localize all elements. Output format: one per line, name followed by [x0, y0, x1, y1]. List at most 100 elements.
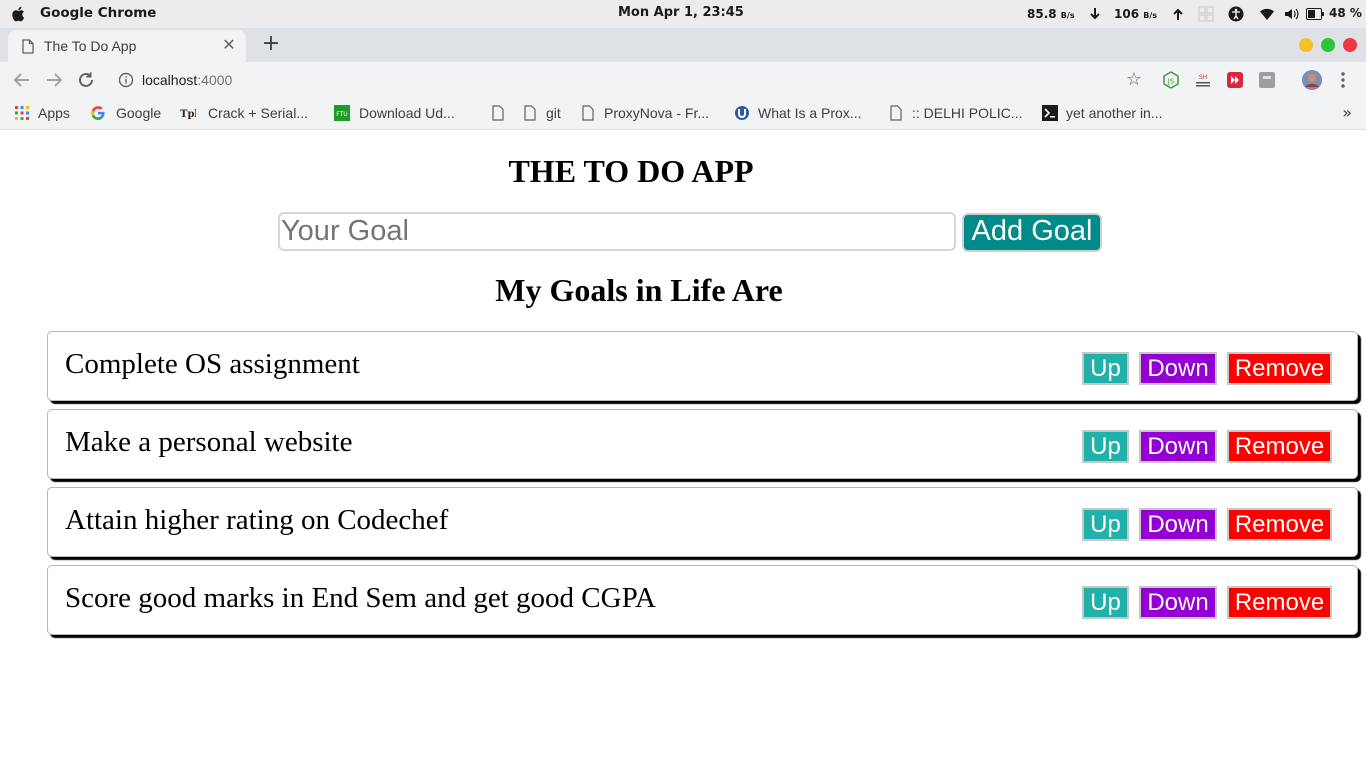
bookmark-download-ud[interactable]: FTU Download Ud...	[334, 104, 474, 124]
active-app-name[interactable]: Google Chrome	[40, 5, 156, 21]
svg-text:SH: SH	[1199, 74, 1207, 81]
svg-text:FTU: FTU	[336, 111, 347, 118]
remove-button[interactable]: Remove	[1227, 352, 1332, 385]
forward-arrow-icon[interactable]	[42, 68, 66, 92]
tab-strip: The To Do App ✕ +	[0, 28, 1366, 62]
bookmark-what-is-proxy[interactable]: What Is a Prox...	[734, 104, 874, 124]
extension-puzzle-icon[interactable]	[1258, 71, 1276, 89]
bookmark-label: yet another in...	[1066, 105, 1163, 121]
wifi-icon[interactable]	[1259, 6, 1275, 22]
battery-percentage: 48 %	[1329, 6, 1362, 20]
media-extension-icon[interactable]	[1226, 71, 1244, 89]
bookmark-untitled[interactable]	[490, 104, 506, 124]
bookmarks-bar: Apps Google Tpb Crack + Serial... FTU Do…	[0, 98, 1366, 130]
bookmark-label: :: DELHI POLIC...	[912, 105, 1023, 121]
remove-button[interactable]: Remove	[1227, 586, 1332, 619]
goal-item: Complete OS assignment Up Down Remove	[47, 331, 1358, 401]
goal-item: Attain higher rating on Codechef Up Down…	[47, 487, 1358, 557]
move-down-button[interactable]: Down	[1139, 586, 1217, 619]
bookmark-git[interactable]: git	[522, 104, 570, 124]
system-clock[interactable]: Mon Apr 1, 23:45	[618, 5, 744, 20]
url-port: :4000	[197, 72, 233, 88]
move-up-button[interactable]: Up	[1082, 352, 1129, 385]
page-icon	[492, 105, 504, 121]
battery-icon[interactable]	[1306, 8, 1324, 20]
goal-item: Make a personal website Up Down Remove	[47, 409, 1358, 479]
os-top-bar: Google Chrome Mon Apr 1, 23:45 85.8 B/s …	[0, 0, 1366, 28]
keyboard-grid-icon[interactable]	[1198, 6, 1214, 22]
bookmark-proxynova[interactable]: ProxyNova - Fr...	[580, 104, 722, 124]
bookmark-star-icon[interactable]: ☆	[1126, 69, 1142, 90]
goals-heading: My Goals in Life Are	[495, 272, 783, 308]
tab-title: The To Do App	[44, 38, 137, 54]
terminal-icon	[1042, 105, 1058, 121]
net-download-speed: 85.8 B/s	[1027, 7, 1075, 21]
remove-button[interactable]: Remove	[1227, 430, 1332, 463]
bookmark-label: Crack + Serial...	[208, 105, 308, 121]
new-tab-icon[interactable]: +	[259, 31, 283, 59]
bookmark-label: Google	[116, 105, 162, 121]
page-icon	[524, 105, 536, 121]
more-bookmarks-chevron-icon[interactable]: »	[1342, 103, 1352, 122]
goal-input[interactable]	[278, 212, 956, 251]
profile-avatar-icon[interactable]	[1302, 70, 1322, 90]
goal-text: Complete OS assignment	[65, 348, 360, 380]
ftu-icon: FTU	[334, 105, 350, 121]
back-arrow-icon[interactable]	[10, 68, 34, 92]
bookmark-apps[interactable]: Apps	[14, 104, 76, 124]
apps-grid-icon	[15, 106, 29, 120]
move-up-button[interactable]: Up	[1082, 586, 1129, 619]
net-up-unit: B/s	[1143, 11, 1158, 20]
bookmark-delhi-police[interactable]: :: DELHI POLIC...	[888, 104, 1030, 124]
todo-app-page: THE TO DO APP Add Goal My Goals in Life …	[0, 131, 1366, 768]
reload-icon[interactable]	[74, 68, 98, 92]
page-title: THE TO DO APP	[508, 153, 754, 189]
bookmark-label: What Is a Prox...	[758, 105, 862, 121]
google-icon	[91, 106, 105, 120]
bookmark-label: Apps	[38, 105, 70, 121]
chrome-menu-icon[interactable]	[1336, 71, 1350, 89]
move-down-button[interactable]: Down	[1139, 508, 1217, 541]
bookmark-label: git	[546, 105, 561, 121]
svg-text:JS: JS	[1167, 78, 1175, 86]
address-bar[interactable]: localhost:4000 ☆	[108, 65, 1156, 95]
move-up-button[interactable]: Up	[1082, 430, 1129, 463]
tpb-icon: Tpb	[180, 109, 196, 120]
browser-tab[interactable]: The To Do App ✕	[8, 30, 246, 62]
site-info-icon[interactable]	[118, 72, 134, 88]
url-host: localhost	[142, 72, 198, 88]
goal-item: Score good marks in End Sem and get good…	[47, 565, 1358, 635]
accessibility-icon[interactable]	[1228, 6, 1244, 22]
net-upload-speed: 106 B/s	[1114, 7, 1157, 21]
upload-arrow-icon	[1173, 8, 1183, 20]
bookmark-google[interactable]: Google	[90, 104, 168, 124]
sh-extension-icon[interactable]: SH	[1194, 71, 1212, 89]
move-down-button[interactable]: Down	[1139, 352, 1217, 385]
tab-close-icon[interactable]: ✕	[220, 36, 238, 54]
close-window-icon[interactable]	[1343, 38, 1357, 52]
volume-icon[interactable]	[1283, 6, 1299, 22]
add-goal-button[interactable]: Add Goal	[962, 213, 1102, 252]
goal-text: Score good marks in End Sem and get good…	[65, 582, 656, 614]
bookmark-label: Download Ud...	[359, 105, 455, 121]
page-favicon-icon	[22, 39, 34, 54]
page-icon	[890, 105, 902, 121]
remove-button[interactable]: Remove	[1227, 508, 1332, 541]
minimize-window-icon[interactable]	[1299, 38, 1313, 52]
apple-logo-icon[interactable]	[10, 5, 28, 23]
proxy-icon	[735, 106, 749, 120]
url-text: localhost:4000	[142, 72, 232, 88]
browser-toolbar: localhost:4000 ☆ JS SH	[0, 62, 1366, 98]
goal-text: Attain higher rating on Codechef	[65, 504, 449, 536]
bookmark-label: ProxyNova - Fr...	[604, 105, 710, 121]
download-arrow-icon	[1090, 8, 1100, 20]
move-up-button[interactable]: Up	[1082, 508, 1129, 541]
nodejs-extension-icon[interactable]: JS	[1162, 71, 1180, 89]
net-up-value: 106	[1114, 7, 1140, 21]
bookmark-yet-another[interactable]: yet another in...	[1042, 104, 1180, 124]
svg-text:Tpb: Tpb	[180, 109, 196, 120]
bookmark-crack-serial[interactable]: Tpb Crack + Serial...	[180, 104, 320, 124]
goal-text: Make a personal website	[65, 426, 353, 458]
maximize-window-icon[interactable]	[1321, 38, 1335, 52]
move-down-button[interactable]: Down	[1139, 430, 1217, 463]
